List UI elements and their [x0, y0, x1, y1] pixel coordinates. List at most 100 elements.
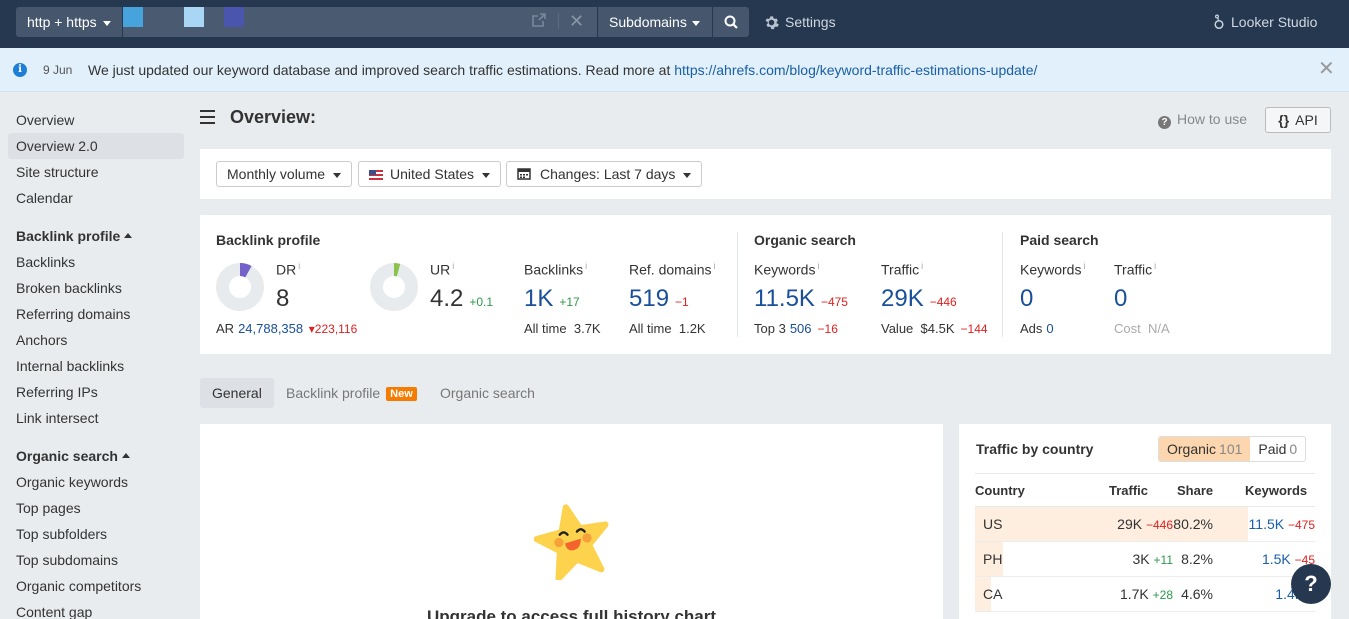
info-icon[interactable]: i	[1154, 261, 1156, 271]
top-bar: http + https ✕ Subdomains Settings Looke…	[0, 0, 1349, 48]
organic-traffic-label[interactable]: Traffic i	[881, 261, 923, 278]
braces-icon: {}	[1278, 112, 1290, 128]
gear-icon	[765, 16, 779, 30]
banner-message: We just updated our keyword database and…	[88, 62, 1038, 78]
ur-label[interactable]: UR i	[430, 261, 454, 278]
sidebar-item-backlinks[interactable]: Backlinks	[8, 249, 184, 275]
close-icon[interactable]: ✕	[1318, 59, 1335, 79]
tab-backlink-profile[interactable]: Backlink profile New	[274, 378, 429, 408]
paid-traffic-label[interactable]: Traffic i	[1114, 261, 1156, 278]
search-icon	[724, 15, 738, 29]
divider	[1002, 232, 1003, 337]
traffic-cell: 1.7K +28	[1119, 586, 1173, 602]
sidebar-heading-backlink-profile[interactable]: Backlink profile	[16, 223, 133, 249]
share-cell: 8.2%	[1181, 551, 1213, 567]
sidebar-item-link-intersect[interactable]: Link intersect	[8, 405, 184, 431]
sidebar-item-organic-competitors[interactable]: Organic competitors	[8, 573, 184, 599]
country-code[interactable]: CA	[983, 586, 1002, 602]
banner-date: 9 Jun	[43, 63, 73, 77]
divider	[558, 13, 559, 29]
ur-delta: +0.1	[469, 295, 494, 309]
api-button[interactable]: {} API	[1265, 107, 1331, 133]
backlinks-label[interactable]: Backlinks i	[524, 261, 587, 278]
table-row[interactable]: US 29K −446 80.2% 11.5K −475	[975, 507, 1315, 542]
organic-search-title: Organic search	[754, 232, 856, 248]
chevron-down-icon	[482, 172, 491, 178]
info-icon[interactable]: i	[585, 261, 587, 271]
top3-row: Top 3 506 −16	[754, 321, 838, 336]
info-icon[interactable]: i	[298, 261, 300, 271]
us-flag-icon	[369, 170, 383, 180]
organic-keywords-value[interactable]: 11.5K −475	[754, 285, 848, 316]
sidebar-item-referring-ips[interactable]: Referring IPs	[8, 379, 184, 405]
sidebar-item-organic-keywords[interactable]: Organic keywords	[8, 469, 184, 495]
mode-dropdown[interactable]: Subdomains	[598, 7, 712, 37]
sidebar-item-overview-2[interactable]: Overview 2.0	[8, 133, 184, 159]
traffic-cell: 29K −446	[1117, 516, 1173, 532]
column-header-keywords[interactable]: Keywords	[1245, 483, 1307, 498]
column-header-country[interactable]: Country	[975, 483, 1025, 498]
sidebar-item-overview[interactable]: Overview	[8, 107, 184, 133]
dr-label[interactable]: DR i	[276, 261, 300, 278]
sidebar-heading-organic-search[interactable]: Organic search	[16, 443, 130, 469]
sidebar-item-site-structure[interactable]: Site structure	[8, 159, 184, 185]
paid-traffic-value[interactable]: 0	[1114, 285, 1127, 313]
help-button[interactable]: ?	[1291, 564, 1331, 604]
volume-dropdown[interactable]: Monthly volume	[216, 161, 353, 187]
external-link-icon[interactable]	[532, 13, 546, 27]
ar-value[interactable]: 24,788,358	[238, 321, 303, 336]
sidebar-item-anchors[interactable]: Anchors	[8, 327, 184, 353]
sidebar-item-content-gap[interactable]: Content gap	[8, 599, 184, 619]
dr-gauge	[216, 263, 264, 311]
ur-value: 4.2 +0.1	[430, 285, 494, 312]
ref-domains-label[interactable]: Ref. domains i	[629, 261, 715, 278]
sidebar-item-broken-backlinks[interactable]: Broken backlinks	[8, 275, 184, 301]
sidebar-item-top-pages[interactable]: Top pages	[8, 495, 184, 521]
sidebar-item-top-subfolders[interactable]: Top subfolders	[8, 521, 184, 547]
how-to-use-link[interactable]: ? How to use	[1158, 111, 1247, 129]
column-header-traffic[interactable]: Traffic	[1109, 483, 1148, 498]
table-row[interactable]: CA1.7K +284.6%1.4K −	[975, 577, 1315, 612]
banner-link[interactable]: https://ahrefs.com/blog/keyword-traffic-…	[674, 62, 1037, 78]
protocol-dropdown[interactable]: http + https	[16, 7, 122, 37]
country-code[interactable]: US	[983, 516, 1002, 532]
column-header-share[interactable]: Share	[1177, 483, 1213, 498]
toggle-paid[interactable]: Paid 0	[1250, 437, 1305, 461]
clear-icon[interactable]: ✕	[569, 11, 584, 31]
announcement-banner: i 9 Jun We just updated our keyword data…	[0, 48, 1349, 92]
ref-domains-value[interactable]: 519 −1	[629, 285, 689, 316]
sidebar-item-referring-domains[interactable]: Referring domains	[8, 301, 184, 327]
info-icon[interactable]: i	[452, 261, 454, 271]
country-dropdown[interactable]: United States	[358, 161, 502, 187]
cost-row: Cost N/A	[1114, 321, 1170, 336]
changes-dropdown[interactable]: Changes: Last 7 days	[506, 161, 703, 187]
paid-keywords-value[interactable]: 0	[1020, 285, 1033, 313]
organic-keywords-label[interactable]: Keywords i	[754, 261, 819, 278]
sidebar-item-top-subdomains[interactable]: Top subdomains	[8, 547, 184, 573]
country-code[interactable]: PH	[983, 551, 1002, 567]
sidebar-item-internal-backlinks[interactable]: Internal backlinks	[8, 353, 184, 379]
traffic-by-country-panel: Traffic by country Organic 101 Paid 0 Coun…	[959, 424, 1331, 619]
tab-general[interactable]: General	[200, 378, 274, 408]
settings-link[interactable]: Settings	[764, 7, 836, 37]
search-button[interactable]	[713, 7, 749, 37]
ref-domains-all-time: All time 1.2K	[629, 321, 706, 336]
info-icon: i	[13, 63, 27, 77]
redacted-swatch	[123, 7, 143, 27]
info-icon[interactable]: i	[713, 261, 715, 271]
info-icon[interactable]: i	[817, 261, 819, 271]
menu-icon[interactable]	[200, 110, 215, 124]
traffic-by-country-title: Traffic by country	[976, 441, 1094, 457]
looker-studio-icon	[1214, 14, 1224, 30]
url-input[interactable]	[123, 7, 597, 37]
organic-traffic-value[interactable]: 29K −446	[881, 285, 957, 316]
looker-studio-link[interactable]: Looker Studio	[1213, 7, 1317, 37]
info-icon[interactable]: i	[921, 261, 923, 271]
info-icon[interactable]: i	[1083, 261, 1085, 271]
table-row[interactable]: PH 3K +11 8.2% 1.5K −45	[975, 542, 1315, 577]
paid-keywords-label[interactable]: Keywords i	[1020, 261, 1085, 278]
toggle-organic[interactable]: Organic 101	[1159, 437, 1251, 461]
tab-organic-search[interactable]: Organic search	[428, 378, 547, 408]
backlinks-value[interactable]: 1K +17	[524, 285, 580, 316]
sidebar-item-calendar[interactable]: Calendar	[8, 185, 184, 211]
